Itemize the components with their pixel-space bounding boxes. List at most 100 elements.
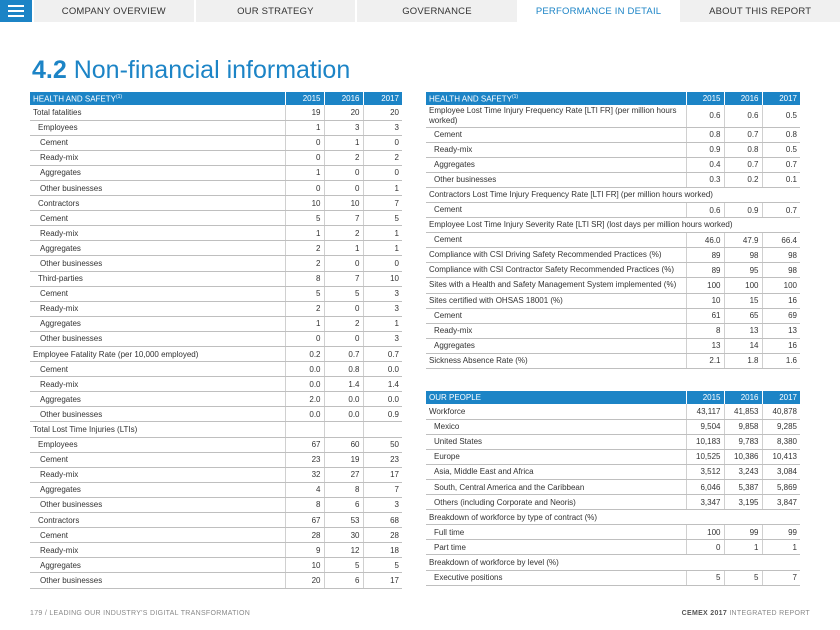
row-label: Cement bbox=[426, 202, 686, 219]
cell-value: 10 bbox=[284, 195, 324, 212]
row-label: United States bbox=[426, 434, 686, 450]
row-label: Cement bbox=[30, 527, 285, 544]
cell-value: 1.8 bbox=[723, 353, 762, 370]
cell-value: 46.0 bbox=[685, 232, 724, 249]
row-label: Other businesses bbox=[30, 497, 285, 514]
our-people-table: OUR PEOPLE 2015 2016 2017 Workforce 43,11… bbox=[426, 391, 800, 586]
cell-value: 0.6 bbox=[685, 202, 724, 219]
cell-value: 1 bbox=[761, 539, 800, 556]
row-label: Other businesses bbox=[30, 180, 285, 197]
cell-value: 0 bbox=[284, 150, 324, 166]
cell-value: 7 bbox=[362, 482, 402, 498]
table-header-label: HEALTH AND SAFETY(1) bbox=[30, 92, 286, 105]
cell-value: 100 bbox=[685, 277, 724, 294]
row-label: Aggregates bbox=[30, 240, 285, 257]
cell-value bbox=[323, 421, 363, 438]
cell-value: 17 bbox=[362, 467, 402, 483]
cell-value: 15 bbox=[723, 293, 762, 309]
table-row: Cement 0.8 0.7 0.8 bbox=[426, 127, 800, 143]
cell-value: 0.0 bbox=[323, 406, 363, 423]
cell-value: 89 bbox=[685, 247, 724, 264]
row-label: Third-parties bbox=[30, 271, 285, 287]
row-label: Other businesses bbox=[30, 406, 285, 423]
row-label: Ready-mix bbox=[30, 376, 285, 393]
tab-our-strategy[interactable]: OUR STRATEGY bbox=[193, 0, 356, 22]
cell-value: 2 bbox=[362, 150, 402, 166]
cell-value: 6 bbox=[323, 497, 363, 514]
table-row: Europe 10,525 10,386 10,413 bbox=[426, 449, 800, 465]
row-label: Cement bbox=[30, 135, 285, 151]
tab-governance[interactable]: GOVERNANCE bbox=[355, 0, 517, 22]
cell-value: 68 bbox=[362, 512, 402, 529]
cell-value: 1.6 bbox=[761, 353, 800, 370]
tab-performance-in-detail[interactable]: PERFORMANCE IN DETAIL bbox=[516, 0, 679, 22]
cell-value: 23 bbox=[362, 452, 402, 468]
cell-value: 0 bbox=[284, 331, 324, 348]
section-title: Non-financial information bbox=[73, 56, 351, 84]
cell-value: 8 bbox=[284, 271, 324, 287]
cell-value: 5,387 bbox=[723, 479, 762, 496]
cell-value: 0.7 bbox=[761, 157, 800, 173]
table-row: Cement 28 30 28 bbox=[30, 527, 402, 544]
cell-value: 13 bbox=[723, 323, 762, 339]
table-row: Full time 100 99 99 bbox=[426, 524, 800, 541]
table-row: Cement 61 65 69 bbox=[426, 308, 800, 324]
row-label: Cement bbox=[426, 232, 686, 249]
row-label: Compliance with CSI Contractor Safety Re… bbox=[426, 262, 686, 279]
cell-value: 2 bbox=[284, 255, 324, 272]
table-row: Aggregates 0.4 0.7 0.7 bbox=[426, 157, 800, 173]
cell-value: 2 bbox=[323, 150, 363, 166]
cell-value: 3,195 bbox=[723, 494, 762, 511]
table-row: Cement 5 7 5 bbox=[30, 210, 402, 227]
cell-value: 0.2 bbox=[723, 172, 762, 188]
table-row: Contractors 10 10 7 bbox=[30, 195, 402, 212]
cell-value: 10 bbox=[685, 293, 724, 309]
table-row: Other businesses 20 6 17 bbox=[30, 572, 402, 589]
table-row: Ready-mix 0 2 2 bbox=[30, 150, 402, 166]
cell-value: 2 bbox=[323, 225, 363, 242]
year-header: 2016 bbox=[324, 92, 364, 105]
cell-value: 28 bbox=[284, 527, 324, 544]
cell-value: 7 bbox=[362, 195, 402, 212]
cell-value: 2 bbox=[284, 301, 324, 317]
row-label: Sickness Absence Rate (%) bbox=[426, 353, 686, 370]
row-label: Total Lost Time Injuries (LTIs) bbox=[30, 421, 285, 438]
cell-value: 9,858 bbox=[723, 419, 762, 435]
row-label: Aggregates bbox=[426, 157, 686, 173]
cell-value: 1 bbox=[362, 316, 402, 332]
table-row: Cement 0 1 0 bbox=[30, 135, 402, 151]
table-row: Ready-mix 8 13 13 bbox=[426, 323, 800, 339]
row-label: Asia, Middle East and Africa bbox=[426, 464, 686, 480]
cell-value: 0.7 bbox=[761, 202, 800, 219]
cell-value: 7 bbox=[323, 271, 363, 287]
cell-value: 7 bbox=[323, 210, 363, 227]
cell-value: 3,084 bbox=[761, 464, 800, 480]
table-row: Contractors 67 53 68 bbox=[30, 512, 402, 529]
cell-value: 98 bbox=[761, 247, 800, 264]
row-label: Other businesses bbox=[30, 331, 285, 348]
row-label: Employees bbox=[30, 437, 285, 453]
row-label: Ready-mix bbox=[30, 150, 285, 166]
cell-value: 61 bbox=[685, 308, 724, 324]
cell-value: 0 bbox=[284, 135, 324, 151]
cell-value: 53 bbox=[323, 512, 363, 529]
tab-about-this-report[interactable]: ABOUT THIS REPORT bbox=[678, 0, 840, 22]
hamburger-menu-icon[interactable] bbox=[0, 0, 32, 22]
year-header: 2016 bbox=[724, 391, 763, 404]
cell-value: 5 bbox=[284, 286, 324, 302]
year-header: 2015 bbox=[686, 391, 725, 404]
cell-value: 0 bbox=[362, 135, 402, 151]
row-label: Others (including Corporate and Neoris) bbox=[426, 494, 686, 511]
cell-value: 23 bbox=[284, 452, 324, 468]
cell-value: 5 bbox=[723, 570, 762, 586]
cell-value: 3,243 bbox=[723, 464, 762, 480]
page-title: 4.2 Non-financial information bbox=[32, 56, 350, 85]
row-label: Aggregates bbox=[30, 316, 285, 332]
cell-value: 0.0 bbox=[362, 391, 402, 408]
section-number: 4.2 bbox=[32, 56, 67, 84]
cell-value: 6,046 bbox=[685, 479, 724, 496]
cell-value: 32 bbox=[284, 467, 324, 483]
cell-value: 47.9 bbox=[723, 232, 762, 249]
row-label: Employee Fatality Rate (per 10,000 emplo… bbox=[30, 346, 285, 363]
tab-company-overview[interactable]: COMPANY OVERVIEW bbox=[32, 0, 194, 22]
